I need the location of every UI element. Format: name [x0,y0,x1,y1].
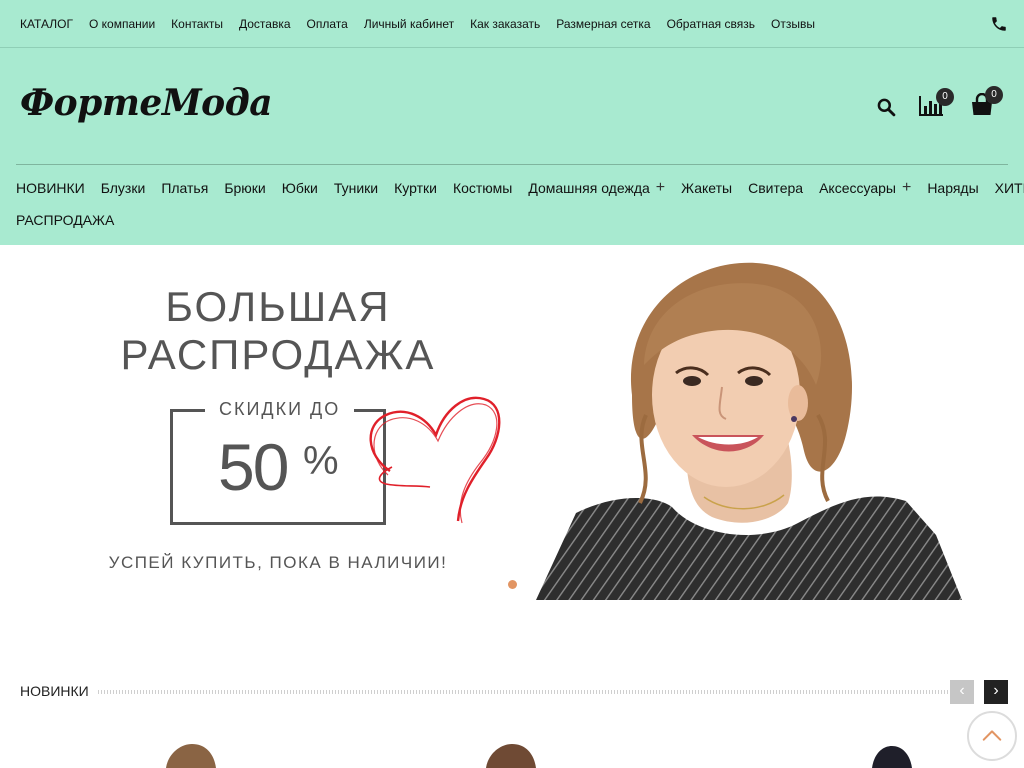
nav-item-label: Блузки [100,180,146,196]
nav-item-sale[interactable]: РАСПРОДАЖА [16,212,114,228]
carousel-prev-button[interactable]: ‹ [950,680,974,704]
top-nav-catalog[interactable]: КАТАЛОГ [20,17,73,31]
nav-item-jackets-outer[interactable]: Куртки [394,180,437,196]
nav-item-new[interactable]: НОВИНКИ [16,180,85,196]
nav-item-label: Аксессуары [819,180,896,196]
nav-item-blouses[interactable]: Блузки [101,180,146,196]
nav-item-label: Юбки [281,180,318,196]
top-nav-contacts[interactable]: Контакты [171,17,223,31]
top-nav-delivery[interactable]: Доставка [239,17,291,31]
product-image[interactable] [160,740,220,768]
nav-item-trousers[interactable]: Брюки [224,180,265,196]
chevron-right-icon: › [993,682,999,699]
nav-item-dresses[interactable]: Платья [161,180,208,196]
main-nav: НОВИНКИ Блузки Платья Брюки Юбки Туники … [16,172,1024,236]
compare-count-badge: 0 [936,88,954,106]
model-photo [536,262,962,600]
chevron-left-icon: ‹ [959,682,965,699]
header: ФортеМода 0 0 НОВИНКИ Блузки Платья Брюк… [0,48,1024,245]
nav-item-label: Куртки [394,180,437,196]
slider-dot-active[interactable] [508,580,517,589]
nav-item-label: ХИТЫ [994,180,1024,196]
banner-footer-text: УСПЕЙ КУПИТЬ, ПОКА В НАЛИЧИИ! [108,553,448,572]
top-nav-size-chart[interactable]: Размерная сетка [556,17,650,31]
hero-banner[interactable]: БОЛЬШАЯ РАСПРОДАЖА СКИДКИ ДО 50 % УСПЕЙ … [0,245,1024,600]
nav-item-accessories[interactable]: Аксессуары + [819,179,911,197]
nav-item-suits[interactable]: Костюмы [453,180,512,196]
nav-item-label: РАСПРОДАЖА [16,212,115,228]
nav-item-label: Туники [333,180,379,196]
banner-title-line1: БОЛЬШАЯ [165,283,391,330]
top-nav-account[interactable]: Личный кабинет [364,17,454,31]
nav-item-blazers[interactable]: Жакеты [681,180,732,196]
discount-label: СКИДКИ ДО [205,399,355,420]
nav-item-label: Наряды [927,180,979,196]
nav-item-label: Домашняя одежда [528,180,650,196]
banner-title-line2: РАСПРОДАЖА [120,331,436,378]
product-image[interactable] [862,740,922,768]
top-nav-about[interactable]: О компании [89,17,155,31]
chevron-up-icon [982,730,1002,741]
expand-plus-icon[interactable]: + [656,179,665,197]
product-image[interactable] [480,740,540,768]
nav-item-tunics[interactable]: Туники [334,180,378,196]
nav-item-label: Жакеты [681,180,733,196]
discount-percent-sign: % [303,439,339,483]
nav-item-skirts[interactable]: Юбки [282,180,318,196]
nav-item-label: НОВИНКИ [16,180,85,196]
top-nav-payment[interactable]: Оплата [307,17,348,31]
nav-item-label: Свитера [748,180,804,196]
section-title: НОВИНКИ [20,683,89,699]
new-arrivals-header: НОВИНКИ ‹ › [20,680,1008,704]
nav-item-label: Брюки [224,180,266,196]
logo[interactable]: ФортеМода [20,82,273,124]
header-divider [16,164,1008,165]
nav-item-sweaters[interactable]: Свитера [748,180,803,196]
carousel-next-button[interactable]: › [984,680,1008,704]
product-carousel [0,740,1024,768]
cart-count-badge: 0 [985,86,1003,104]
search-icon[interactable] [876,97,896,117]
main-nav-row: РАСПРОДАЖА [16,204,1008,236]
heart-icon [369,396,501,524]
nav-item-homewear[interactable]: Домашняя одежда + [528,179,665,197]
top-nav-feedback[interactable]: Обратная связь [667,17,755,31]
top-nav: КАТАЛОГ О компании Контакты Доставка Опл… [20,0,831,48]
main-nav-row: НОВИНКИ Блузки Платья Брюки Юбки Туники … [16,172,1024,204]
expand-plus-icon[interactable]: + [902,179,911,197]
top-bar: КАТАЛОГ О компании Контакты Доставка Опл… [0,0,1024,48]
phone-icon[interactable] [990,15,1008,33]
discount-value: 50 [218,430,289,504]
nav-item-hits[interactable]: ХИТЫ [995,180,1024,196]
nav-item-outfits[interactable]: Наряды [927,180,978,196]
nav-item-label: Платья [161,180,209,196]
top-nav-how-to-order[interactable]: Как заказать [470,17,540,31]
scroll-to-top-button[interactable] [967,711,1017,761]
top-nav-reviews[interactable]: Отзывы [771,17,815,31]
nav-item-label: Костюмы [452,180,513,196]
section-dotted-line [98,690,956,694]
